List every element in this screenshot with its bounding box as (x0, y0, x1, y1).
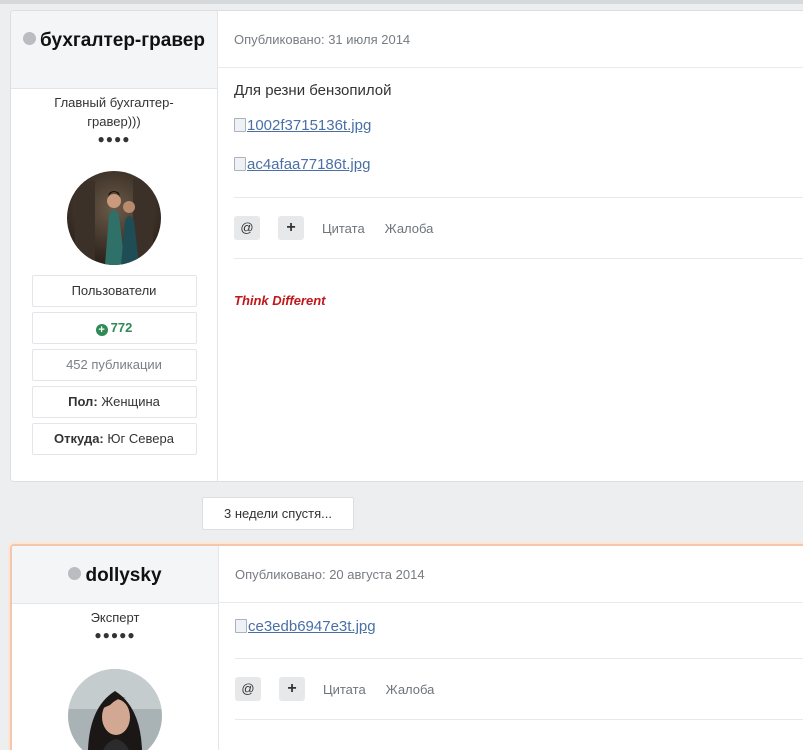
post-actions: @ + Цитата Жалоба (218, 198, 803, 258)
post-count[interactable]: 452 публикации (31, 349, 197, 381)
mention-button[interactable]: @ (234, 216, 260, 240)
time-gap-label: 3 недели спустя... (202, 497, 354, 530)
post-date[interactable]: Опубликовано: 31 июля 2014 (218, 11, 803, 68)
author-title: Главный бухгалтер-гравер))) (54, 95, 174, 129)
avatar-photo (67, 171, 161, 265)
profile-field-gender: Пол: Женщина (31, 386, 197, 418)
profile-field-location: Откуда: Юг Севера (31, 423, 197, 455)
avatar[interactable] (67, 171, 161, 265)
gender-label: Пол: (68, 394, 98, 409)
reputation-value: 772 (110, 320, 133, 335)
post-text: Для резни бензопилой (234, 82, 392, 99)
author-header: dollysky (12, 546, 218, 604)
multiquote-button[interactable]: + (278, 216, 304, 240)
author-panel: бухгалтер-гравер Главный бухгалтер-граве… (11, 11, 218, 481)
post-card: бухгалтер-гравер Главный бухгалтер-граве… (10, 10, 803, 482)
divider (235, 719, 803, 720)
rank-pips: ●●●● (97, 132, 131, 146)
quote-button[interactable]: Цитата (323, 682, 366, 697)
plus-circle-icon: + (95, 324, 108, 336)
broken-image-icon (235, 619, 247, 633)
multiquote-button[interactable]: + (279, 677, 305, 701)
reputation-badge[interactable]: +772 (31, 312, 197, 344)
location-value: Юг Севера (107, 431, 174, 446)
image-link[interactable]: ac4afaa77186t.jpg (234, 155, 803, 175)
author-header: бухгалтер-гравер (11, 11, 217, 89)
report-button[interactable]: Жалоба (386, 682, 435, 697)
post-content: Опубликовано: 20 августа 2014 ce3edb6947… (219, 546, 803, 750)
broken-image-icon (234, 157, 246, 171)
image-filename: ce3edb6947e3t.jpg (248, 618, 376, 635)
avatar-photo (68, 669, 162, 750)
mention-button[interactable]: @ (235, 677, 261, 701)
page-top-border (0, 0, 803, 4)
location-label: Откуда: (54, 431, 104, 446)
offline-status-icon (23, 32, 37, 45)
image-filename: ac4afaa77186t.jpg (247, 156, 371, 173)
quote-button[interactable]: Цитата (322, 221, 365, 236)
author-title: Эксперт (90, 610, 140, 625)
image-link[interactable]: ce3edb6947e3t.jpg (235, 617, 803, 637)
user-group: Пользователи (31, 275, 197, 307)
post-date[interactable]: Опубликовано: 20 августа 2014 (219, 546, 803, 603)
rank-pips: ●●●●● (94, 628, 136, 642)
gender-value: Женщина (101, 394, 160, 409)
post-content: Опубликовано: 31 июля 2014 Для резни бен… (218, 11, 803, 481)
broken-image-icon (234, 118, 246, 132)
report-button[interactable]: Жалоба (385, 221, 434, 236)
author-name-link[interactable]: бухгалтер-гравер (40, 30, 205, 51)
post-card-highlighted: dollysky Эксперт ●●●●● Опубликовано: 20 … (10, 544, 803, 750)
image-filename: 1002f3715136t.jpg (247, 117, 372, 134)
author-name-link[interactable]: dollysky (85, 565, 161, 586)
signature: Think Different (234, 293, 326, 308)
author-panel: dollysky Эксперт ●●●●● (12, 546, 219, 750)
post-actions: @ + Цитата Жалоба (219, 659, 803, 719)
offline-status-icon (68, 567, 82, 580)
avatar[interactable] (68, 669, 162, 750)
image-link[interactable]: 1002f3715136t.jpg (234, 116, 803, 136)
